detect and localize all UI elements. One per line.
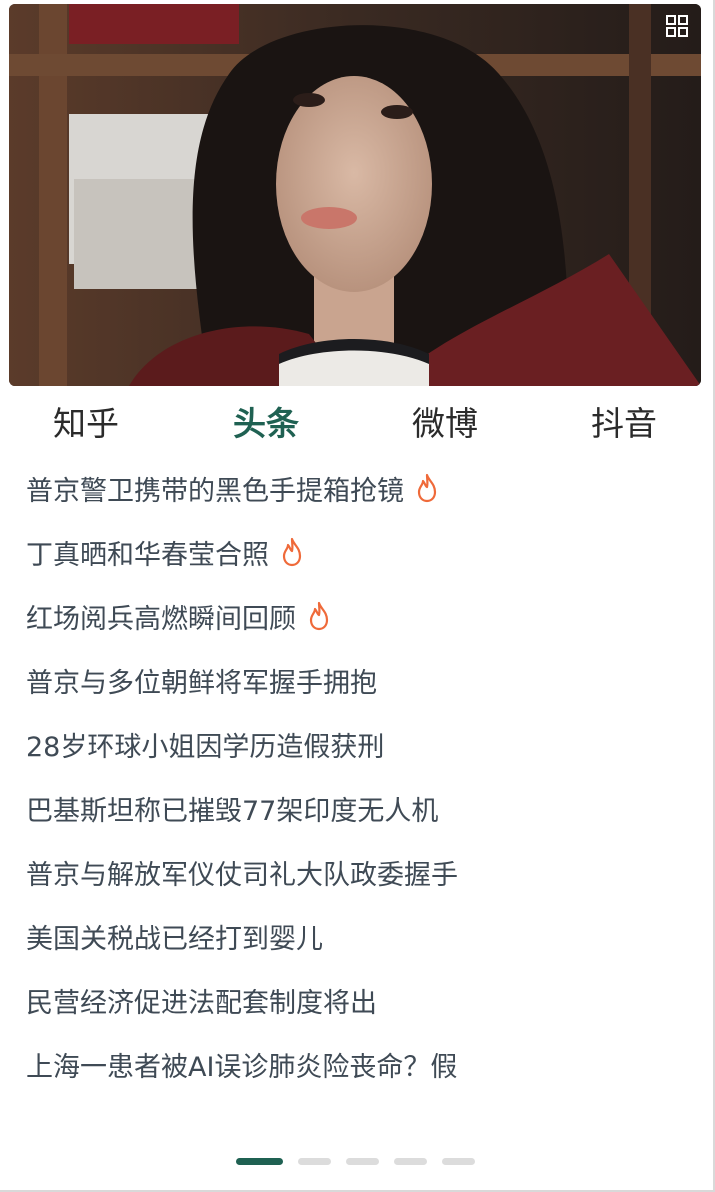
list-item[interactable]: 红场阅兵高燃瞬间回顾 [26, 584, 686, 648]
list-item-title: 28岁环球小姐因学历造假获刑 [26, 731, 385, 763]
page-dot[interactable] [298, 1158, 331, 1165]
list-item-title: 普京与解放军仪仗司礼大队政委握手 [26, 859, 458, 891]
list-item-title: 普京警卫携带的黑色手提箱抢镜 [26, 475, 404, 507]
tab-zhihu[interactable]: 知乎 [53, 398, 119, 454]
fire-icon [417, 473, 437, 503]
grid-icon[interactable] [665, 14, 689, 38]
list-item[interactable]: 民营经济促进法配套制度将出 [26, 968, 686, 1032]
list-item-title: 民营经济促进法配套制度将出 [26, 987, 377, 1019]
page-dot[interactable] [346, 1158, 379, 1165]
list-item-title: 普京与多位朝鲜将军握手拥抱 [26, 667, 377, 699]
banner-image[interactable] [9, 4, 701, 386]
fire-icon [309, 601, 329, 631]
list-item-title: 上海一患者被AI误诊肺炎险丧命？假 [26, 1051, 458, 1083]
list-item[interactable]: 28岁环球小姐因学历造假获刑 [26, 712, 686, 776]
tab-weibo[interactable]: 微博 [412, 398, 478, 454]
list-item[interactable]: 普京与多位朝鲜将军握手拥抱 [26, 648, 686, 712]
page-dot[interactable] [442, 1158, 475, 1165]
list-item[interactable]: 普京与解放军仪仗司礼大队政委握手 [26, 840, 686, 904]
source-tabs: 知乎 头条 微博 抖音 [0, 398, 713, 454]
list-item-title: 丁真晒和华春莹合照 [26, 539, 269, 571]
fire-icon [282, 537, 302, 567]
tab-douyin[interactable]: 抖音 [591, 398, 657, 454]
list-item-title: 巴基斯坦称已摧毁77架印度无人机 [26, 795, 439, 827]
list-item[interactable]: 巴基斯坦称已摧毁77架印度无人机 [26, 776, 686, 840]
list-item[interactable]: 普京警卫携带的黑色手提箱抢镜 [26, 456, 686, 520]
pagination-dots [0, 1158, 713, 1166]
list-item-title: 红场阅兵高燃瞬间回顾 [26, 603, 296, 635]
list-item[interactable]: 丁真晒和华春莹合照 [26, 520, 686, 584]
list-item[interactable]: 美国关税战已经打到婴儿 [26, 904, 686, 968]
tab-toutiao[interactable]: 头条 [233, 398, 299, 454]
hot-list-widget: 知乎 头条 微博 抖音 普京警卫携带的黑色手提箱抢镜 丁真晒和华春莹合照 红场阅兵高… [0, 0, 715, 1192]
page-dot[interactable] [394, 1158, 427, 1165]
list-item[interactable]: 上海一患者被AI误诊肺炎险丧命？假 [26, 1032, 686, 1096]
hot-list: 普京警卫携带的黑色手提箱抢镜 丁真晒和华春莹合照 红场阅兵高燃瞬间回顾普京与多位朝鲜… [26, 456, 686, 1096]
portrait-photo [9, 4, 701, 386]
list-item-title: 美国关税战已经打到婴儿 [26, 923, 323, 955]
page-dot[interactable] [236, 1158, 283, 1165]
